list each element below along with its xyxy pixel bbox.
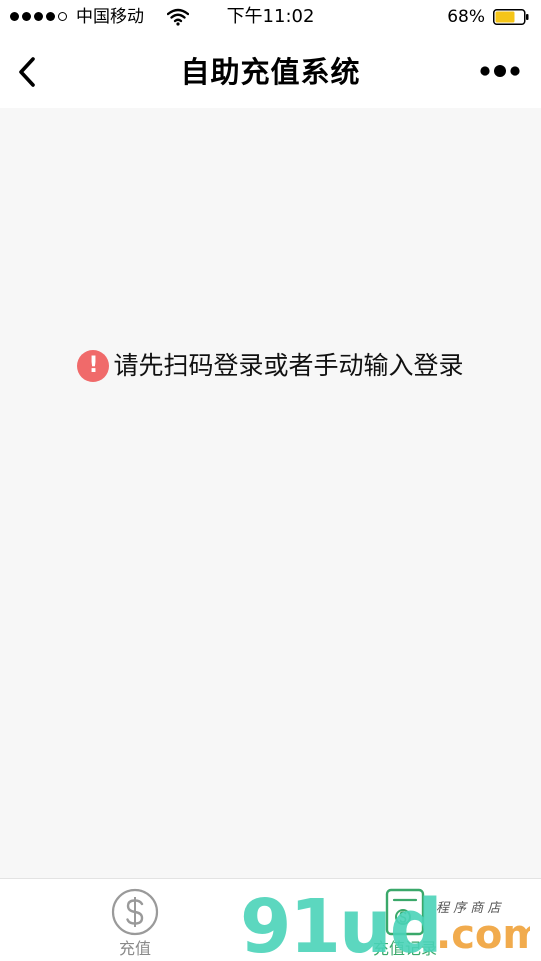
more-dots-icon[interactable] [479, 64, 521, 78]
tab-recharge[interactable]: 充值 [65, 879, 205, 961]
battery-icon [493, 9, 529, 25]
dollar-circle-icon [111, 888, 159, 936]
navigation-bar: 自助充值系统 [0, 36, 541, 108]
main-content: ! 请先扫码登录或者手动输入登录 [0, 108, 541, 878]
tab-bar: 充值 充值记录 [0, 878, 541, 961]
tab-label: 充值记录 [372, 939, 437, 958]
exclamation-circle-icon: ! [77, 350, 110, 382]
page-title: 自助充值系统 [180, 55, 361, 89]
tab-recharge-records[interactable]: 充值记录 [335, 879, 475, 961]
records-icon [385, 888, 425, 936]
notice-text: 请先扫码登录或者手动输入登录 [113, 351, 464, 380]
battery-fill [495, 11, 515, 23]
tab-label: 充值 [118, 939, 151, 958]
battery-percentage: 68% [447, 7, 485, 27]
status-bar: 中国移动 下午11:02 68% [0, 0, 541, 36]
login-notice: ! 请先扫码登录或者手动输入登录 [0, 350, 541, 382]
